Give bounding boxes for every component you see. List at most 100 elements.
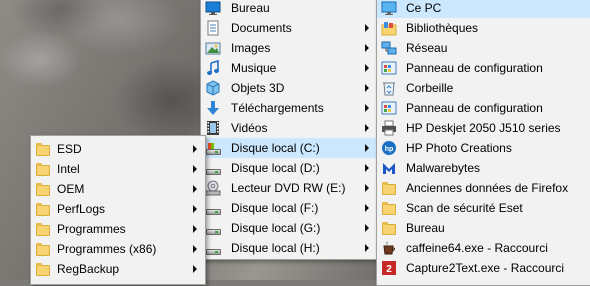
menu-item-label: Vidéos (231, 121, 268, 135)
menu-item-disque-d[interactable]: Disque local (D:) (201, 158, 377, 178)
printer-icon (381, 120, 397, 136)
submenu-item-label: OEM (57, 182, 85, 196)
desktop-item-label: Bibliothèques (406, 21, 479, 35)
submenu-item-label: Programmes (57, 222, 126, 236)
submenu-item-regbackup[interactable]: RegBackup (31, 259, 205, 279)
menu-item-images[interactable]: Images (201, 38, 377, 58)
desktop-item-panneau-de-configuration-2[interactable]: Panneau de configuration (377, 98, 590, 118)
svg-text:2: 2 (386, 264, 392, 275)
chevron-right-icon (365, 164, 369, 172)
chevron-right-icon (365, 64, 369, 72)
submenu-item-intel[interactable]: Intel (31, 159, 205, 179)
desktop-item-ce-pc[interactable]: Ce PC (377, 0, 590, 18)
menu-item-bureau[interactable]: Bureau (201, 0, 377, 18)
menu-item-label: Disque local (F:) (231, 201, 319, 215)
chevron-right-icon (193, 165, 197, 173)
desktop-item-caffeine64[interactable]: caffeine64.exe - Raccourci (377, 238, 590, 258)
control-panel-icon (381, 60, 397, 76)
chevron-right-icon (365, 224, 369, 232)
folder-icon (381, 200, 397, 216)
submenu-item-perflogs[interactable]: PerfLogs (31, 199, 205, 219)
desktop-item-label: Scan de sécurité Eset (406, 201, 523, 215)
desktop-item-label: Malwarebytes (406, 161, 481, 175)
desktop-item-label: HP Photo Creations (406, 141, 512, 155)
chevron-right-icon (365, 124, 369, 132)
folder-icon (35, 221, 51, 237)
desktop-menu: Ce PC Bibliothèques Réseau Panneau de co… (376, 0, 590, 286)
recycle-bin-icon (381, 80, 397, 96)
chevron-right-icon (365, 184, 369, 192)
submenu-item-oem[interactable]: OEM (31, 179, 205, 199)
desktop-item-label: Bureau (406, 221, 445, 235)
libraries-icon (381, 20, 397, 36)
menu-item-disque-g[interactable]: Disque local (G:) (201, 218, 377, 238)
desktop-item-corbeille[interactable]: Corbeille (377, 78, 590, 98)
menu-item-label: Disque local (C:) (231, 141, 320, 155)
folder-icon (35, 181, 51, 197)
desktop-item-reseau[interactable]: Réseau (377, 38, 590, 58)
desktop-item-panneau-de-configuration[interactable]: Panneau de configuration (377, 58, 590, 78)
desktop-item-malwarebytes[interactable]: Malwarebytes (377, 158, 590, 178)
submenu-item-programmes-x86[interactable]: Programmes (x86) (31, 239, 205, 259)
malwarebytes-icon (381, 160, 397, 176)
menu-item-disque-f[interactable]: Disque local (F:) (201, 198, 377, 218)
chevron-right-icon (365, 244, 369, 252)
drive-icon (205, 240, 221, 256)
desktop-item-hp-deskjet[interactable]: HP Deskjet 2050 J510 series (377, 118, 590, 138)
desktop-item-scan-eset[interactable]: Scan de sécurité Eset (377, 198, 590, 218)
menu-item-label: Bureau (231, 1, 270, 15)
hp-photo-icon: hp (381, 140, 397, 156)
chevron-right-icon (365, 104, 369, 112)
drive-icon (205, 160, 221, 176)
network-icon (381, 40, 397, 56)
explorer-menu: Bureau Documents Images Musique Objets 3… (200, 0, 378, 260)
chevron-right-icon (365, 204, 369, 212)
menu-item-musique[interactable]: Musique (201, 58, 377, 78)
chevron-right-icon (365, 44, 369, 52)
desktop-icon (205, 0, 221, 16)
folder-icon (35, 261, 51, 277)
chevron-right-icon (193, 205, 197, 213)
submenu-item-label: RegBackup (57, 262, 120, 276)
submenu-item-label: Programmes (x86) (57, 242, 157, 256)
submenu-item-esd[interactable]: ESD (31, 139, 205, 159)
system-drive-icon (205, 140, 221, 156)
desktop-item-label: Panneau de configuration (406, 61, 543, 75)
desktop-item-anciennes-donnees-firefox[interactable]: Anciennes données de Firefox (377, 178, 590, 198)
menu-item-objets-3d[interactable]: Objets 3D (201, 78, 377, 98)
drive-c-submenu: ESD Intel OEM PerfLogs Programmes Progra… (30, 135, 206, 285)
chevron-right-icon (365, 24, 369, 32)
submenu-item-label: ESD (57, 142, 82, 156)
objects-3d-icon (205, 80, 221, 96)
desktop-item-label: HP Deskjet 2050 J510 series (406, 121, 561, 135)
menu-item-disque-c[interactable]: Disque local (C:) (201, 138, 377, 158)
drive-icon (205, 220, 221, 236)
desktop-item-bureau-folder[interactable]: Bureau (377, 218, 590, 238)
folder-icon (381, 180, 397, 196)
menu-item-label: Lecteur DVD RW (E:) (231, 181, 346, 195)
downloads-icon (205, 100, 221, 116)
desktop-item-label: Corbeille (406, 81, 454, 95)
folder-icon (381, 220, 397, 236)
menu-item-telechargements[interactable]: Téléchargements (201, 98, 377, 118)
control-panel-icon (381, 100, 397, 116)
this-pc-icon (381, 0, 397, 16)
folder-icon (35, 241, 51, 257)
menu-item-lecteur-dvd-e[interactable]: Lecteur DVD RW (E:) (201, 178, 377, 198)
desktop-item-bibliotheques[interactable]: Bibliothèques (377, 18, 590, 38)
dvd-drive-icon (205, 180, 221, 196)
submenu-item-programmes[interactable]: Programmes (31, 219, 205, 239)
menu-item-label: Images (231, 41, 271, 55)
music-icon (205, 60, 221, 76)
menu-item-disque-h[interactable]: Disque local (H:) (201, 238, 377, 258)
menu-item-documents[interactable]: Documents (201, 18, 377, 38)
desktop-item-capture2text[interactable]: 2 Capture2Text.exe - Raccourci (377, 258, 590, 278)
menu-item-videos[interactable]: Vidéos (201, 118, 377, 138)
menu-item-label: Musique (231, 61, 277, 75)
folder-icon (35, 161, 51, 177)
desktop-item-hp-photo-creations[interactable]: hp HP Photo Creations (377, 138, 590, 158)
folder-icon (35, 141, 51, 157)
desktop-item-label: Ce PC (406, 1, 442, 15)
desktop-item-label: Réseau (406, 41, 448, 55)
videos-icon (205, 120, 221, 136)
